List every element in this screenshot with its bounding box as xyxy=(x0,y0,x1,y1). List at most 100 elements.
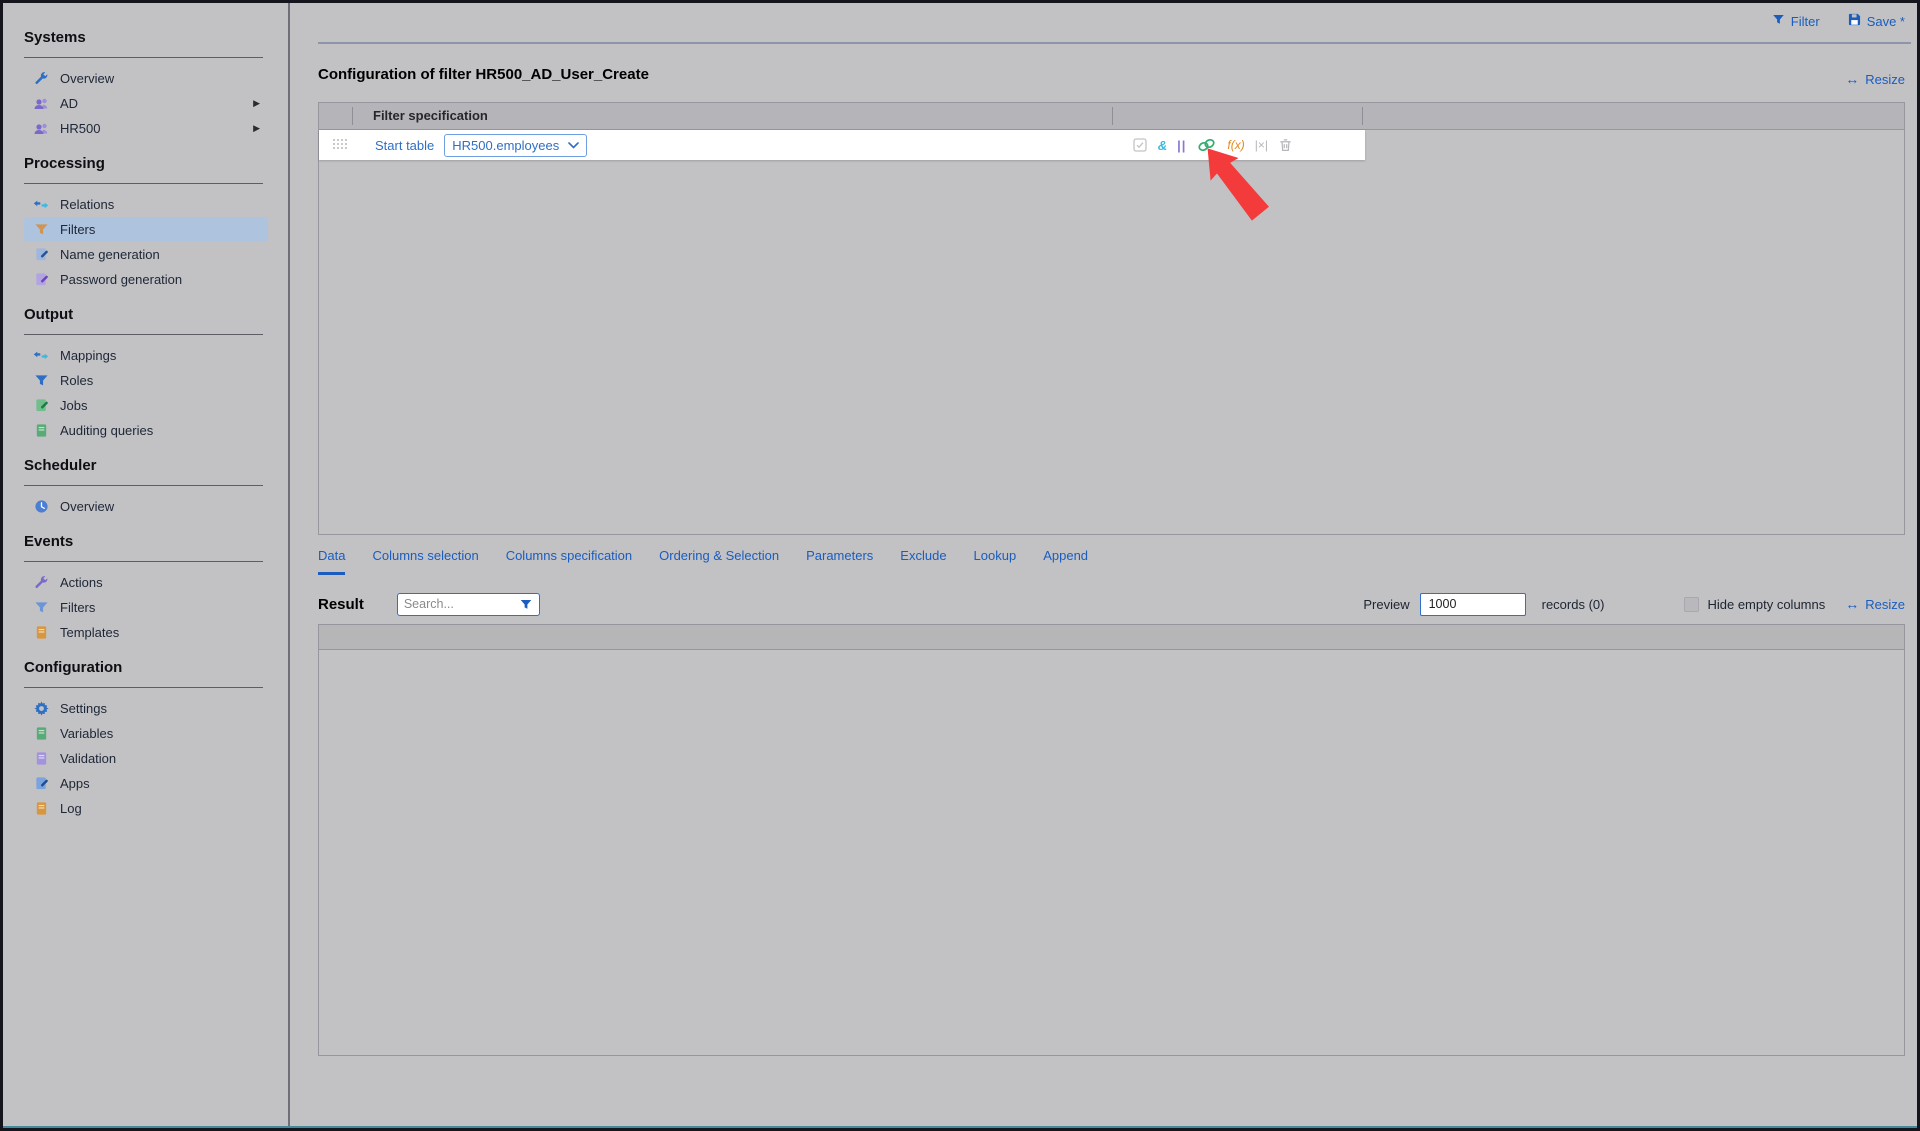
chevron-down-icon xyxy=(568,142,579,149)
sidebar-item-name-generation[interactable]: Name generation xyxy=(24,242,268,267)
users-icon xyxy=(33,121,49,137)
sidebar-section-systems: Systems Overview AD ▶ HR500 ▶ xyxy=(24,29,288,141)
resize-icon: ↔ xyxy=(1845,596,1859,612)
sidebar-item-label: Overview xyxy=(60,499,114,514)
sidebar-section-processing: Processing Relations Filters Name genera… xyxy=(24,155,288,292)
start-table-dropdown[interactable]: HR500.employees xyxy=(444,134,587,157)
sidebar-item-log[interactable]: Log xyxy=(24,796,268,821)
filter-specification-title: Filter specification xyxy=(373,103,488,129)
resize-icon: ↔ xyxy=(1845,71,1859,87)
section-divider xyxy=(24,57,263,58)
sidebar-item-mappings[interactable]: Mappings xyxy=(24,343,268,368)
tab-exclude[interactable]: Exclude xyxy=(900,548,946,575)
row-action-icons: & || f(x) |×| xyxy=(1132,137,1293,153)
sidebar-item-label: Apps xyxy=(60,776,90,791)
filter-button[interactable]: Filter xyxy=(1772,13,1820,29)
records-count: records (0) xyxy=(1542,597,1605,612)
sidebar-item-password-generation[interactable]: Password generation xyxy=(24,267,268,292)
funnel-icon xyxy=(33,222,49,238)
section-title-systems: Systems xyxy=(24,29,288,47)
header-column-divider xyxy=(352,107,353,125)
tab-ordering-selection[interactable]: Ordering & Selection xyxy=(659,548,779,575)
sidebar-item-label: Name generation xyxy=(60,247,160,262)
result-resize-button[interactable]: ↔ Resize xyxy=(1845,596,1905,612)
sidebar-item-label: HR500 xyxy=(60,121,100,136)
tab-columns-specification[interactable]: Columns specification xyxy=(506,548,632,575)
sidebar-item-ad[interactable]: AD ▶ xyxy=(24,91,268,116)
sidebar-item-actions[interactable]: Actions xyxy=(24,570,268,595)
sidebar-item-overview[interactable]: Overview xyxy=(24,66,268,91)
or-operator-button[interactable]: || xyxy=(1177,138,1186,153)
sidebar-item-variables[interactable]: Variables xyxy=(24,721,268,746)
tab-parameters[interactable]: Parameters xyxy=(806,548,873,575)
section-divider xyxy=(24,334,263,335)
tab-append[interactable]: Append xyxy=(1043,548,1088,575)
wrench-icon xyxy=(33,575,49,591)
header-column-divider xyxy=(1362,107,1363,125)
tab-data[interactable]: Data xyxy=(318,548,345,575)
function-button[interactable]: f(x) xyxy=(1227,138,1244,152)
sidebar-item-label: Auditing queries xyxy=(60,423,153,438)
filter-panel-resize-button[interactable]: ↔ Resize xyxy=(1845,71,1905,87)
sidebar-item-scheduler-overview[interactable]: Overview xyxy=(24,494,268,519)
save-button[interactable]: Save * xyxy=(1848,13,1905,29)
search-input[interactable] xyxy=(404,597,504,611)
sidebar-item-roles[interactable]: Roles xyxy=(24,368,268,393)
sidebar-item-templates[interactable]: Templates xyxy=(24,620,268,645)
sidebar-item-event-filters[interactable]: Filters xyxy=(24,595,268,620)
edit-doc-icon xyxy=(33,776,49,792)
and-operator-button[interactable]: & xyxy=(1158,138,1167,153)
preview-count-input[interactable] xyxy=(1420,593,1526,616)
section-divider xyxy=(24,485,263,486)
result-panel xyxy=(318,624,1905,1056)
section-title-processing: Processing xyxy=(24,155,288,173)
sidebar-item-label: Variables xyxy=(60,726,113,741)
doc-icon xyxy=(33,726,49,742)
tab-lookup[interactable]: Lookup xyxy=(974,548,1017,575)
sidebar-item-apps[interactable]: Apps xyxy=(24,771,268,796)
submenu-arrow-icon: ▶ xyxy=(253,123,260,134)
window-bottom-accent xyxy=(3,1126,1917,1128)
doc-icon xyxy=(33,801,49,817)
sidebar-item-jobs[interactable]: Jobs xyxy=(24,393,268,418)
wrench-icon xyxy=(33,71,49,87)
checkbox-icon[interactable] xyxy=(1132,137,1148,153)
sidebar-item-settings[interactable]: Settings xyxy=(24,696,268,721)
sidebar-item-validation[interactable]: Validation xyxy=(24,746,268,771)
drag-handle[interactable] xyxy=(333,139,349,151)
filter-specification-panel: Filter specification Start table HR500.e… xyxy=(318,102,1905,535)
resize-label: Resize xyxy=(1865,597,1905,612)
sidebar-item-hr500[interactable]: HR500 ▶ xyxy=(24,116,268,141)
relations-icon xyxy=(33,348,49,364)
result-title: Result xyxy=(318,596,364,613)
exclude-button[interactable]: |×| xyxy=(1255,138,1268,152)
link-icon[interactable] xyxy=(1196,137,1217,153)
sidebar-item-label: Templates xyxy=(60,625,119,640)
tab-columns-selection[interactable]: Columns selection xyxy=(372,548,478,575)
sidebar-item-auditing-queries[interactable]: Auditing queries xyxy=(24,418,268,443)
filter-button-label: Filter xyxy=(1791,14,1820,29)
doc-icon xyxy=(33,625,49,641)
funnel-icon xyxy=(1772,13,1785,29)
section-title-events: Events xyxy=(24,533,288,551)
doc-icon xyxy=(33,751,49,767)
header-column-divider xyxy=(1112,107,1113,125)
sidebar-item-filters[interactable]: Filters xyxy=(24,217,268,242)
search-filter-icon[interactable] xyxy=(519,598,533,611)
submenu-arrow-icon: ▶ xyxy=(253,98,260,109)
trash-icon[interactable] xyxy=(1278,137,1293,153)
section-divider xyxy=(24,687,263,688)
sidebar-item-relations[interactable]: Relations xyxy=(24,192,268,217)
hide-empty-columns-checkbox[interactable] xyxy=(1684,597,1699,612)
sidebar-item-label: Roles xyxy=(60,373,93,388)
sidebar-item-label: Filters xyxy=(60,222,95,237)
funnel-icon xyxy=(33,373,49,389)
filter-specification-header: Filter specification xyxy=(319,103,1904,130)
tab-bar: Data Columns selection Columns specifica… xyxy=(318,548,1088,575)
result-bar: Result Preview records (0) Hide empty co… xyxy=(318,591,1905,617)
result-bar-right: Preview records (0) Hide empty columns ↔… xyxy=(1363,593,1905,616)
sidebar-section-output: Output Mappings Roles Jobs Auditing quer… xyxy=(24,306,288,443)
save-button-label: Save * xyxy=(1867,14,1905,29)
sidebar-section-configuration: Configuration Settings Variables Validat… xyxy=(24,659,288,821)
section-divider xyxy=(24,183,263,184)
